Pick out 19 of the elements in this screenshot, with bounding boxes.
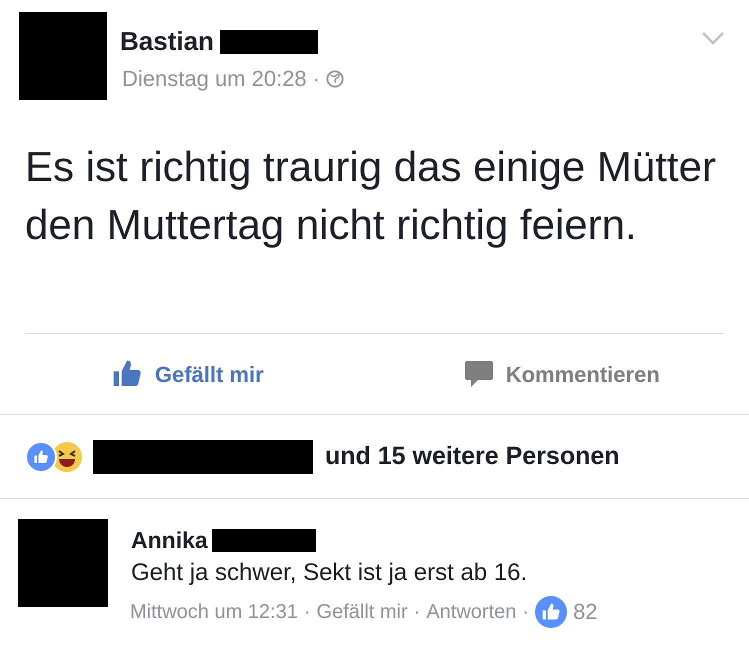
chevron-down-icon[interactable] (701, 31, 725, 45)
separator-dot: · (304, 600, 311, 624)
like-button[interactable]: Gefällt mir (0, 358, 374, 390)
like-count-icon (535, 596, 568, 628)
speech-bubble-icon (464, 360, 494, 388)
separator-dot: · (414, 600, 420, 624)
comment-timestamp: Mittwoch um 12:31 (130, 600, 298, 624)
comment-button[interactable]: Kommentieren (374, 358, 749, 390)
comment-action-link[interactable]: Gefällt mir (316, 596, 408, 626)
post-timestamp[interactable]: Dienstag um 20:28 (122, 62, 307, 95)
comment-text: Geht ja schwer, Sekt ist ja erst ab 16. (131, 558, 528, 588)
like-count: 82 (573, 598, 598, 626)
post-text: Es ist richtig traurig das einige Mütter den Muttertag nicht richtig feiern. (25, 142, 717, 250)
reaction-summary[interactable]: und 15 weitere Personen (325, 438, 620, 476)
separator-dot: · (522, 600, 530, 624)
comment-action-link[interactable]: Antworten (426, 596, 516, 626)
author-name[interactable]: Bastian (120, 22, 214, 61)
separator-dot: · (312, 65, 320, 93)
comment-author[interactable]: Annika (131, 523, 208, 558)
